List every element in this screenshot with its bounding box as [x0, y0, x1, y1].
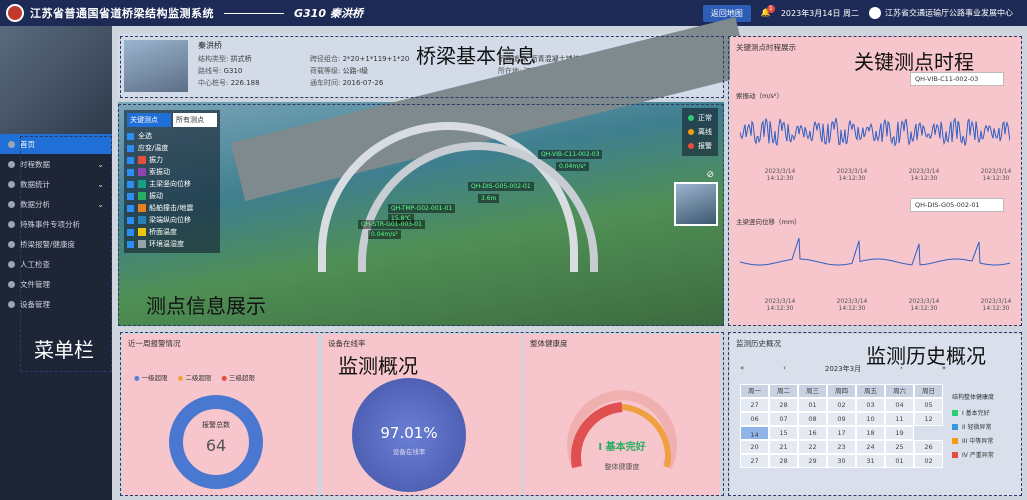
logo-icon	[6, 4, 24, 22]
app-title: 江苏省普通国省道桥梁结构监测系统	[30, 7, 214, 20]
header-bar: 江苏省普通国省道桥梁结构监测系统 G310 秦洪桥 返回地图 🔔 1 2023年3…	[0, 0, 1027, 26]
annotation-bridge-info: 桥梁基本信息	[416, 44, 536, 68]
timeline-box	[728, 36, 1022, 326]
bridge-label: 秦洪桥	[330, 7, 363, 20]
menu-icon	[8, 180, 15, 188]
annotation-history: 监测历史概况	[866, 344, 986, 368]
annotation-overview: 监测概况	[338, 354, 418, 378]
menu-icon	[8, 280, 15, 288]
annotation-sensor-display: 测点信息展示	[146, 294, 266, 318]
menu-icon	[8, 200, 15, 208]
menu-icon	[8, 260, 15, 268]
annotation-menu: 菜单栏	[34, 338, 94, 362]
annotation-timeline: 关键测点时程	[854, 50, 974, 74]
bell-icon[interactable]: 🔔 1	[761, 5, 775, 18]
notification-badge: 1	[766, 5, 775, 13]
sidebar-bridge-photo	[0, 26, 112, 134]
menu-icon	[8, 160, 15, 168]
menu-icon	[8, 220, 15, 228]
org-label: 江苏省交通运输厅公路事业发展中心	[869, 7, 1013, 19]
divider	[224, 12, 284, 14]
org-globe-icon	[869, 7, 881, 19]
menu-icon	[8, 140, 15, 148]
overview-box	[120, 332, 724, 496]
date-label: 2023年3月14日 周二	[780, 8, 859, 18]
menu-icon	[8, 240, 15, 248]
menu-icon	[8, 300, 15, 308]
route-label: G310	[294, 6, 326, 20]
